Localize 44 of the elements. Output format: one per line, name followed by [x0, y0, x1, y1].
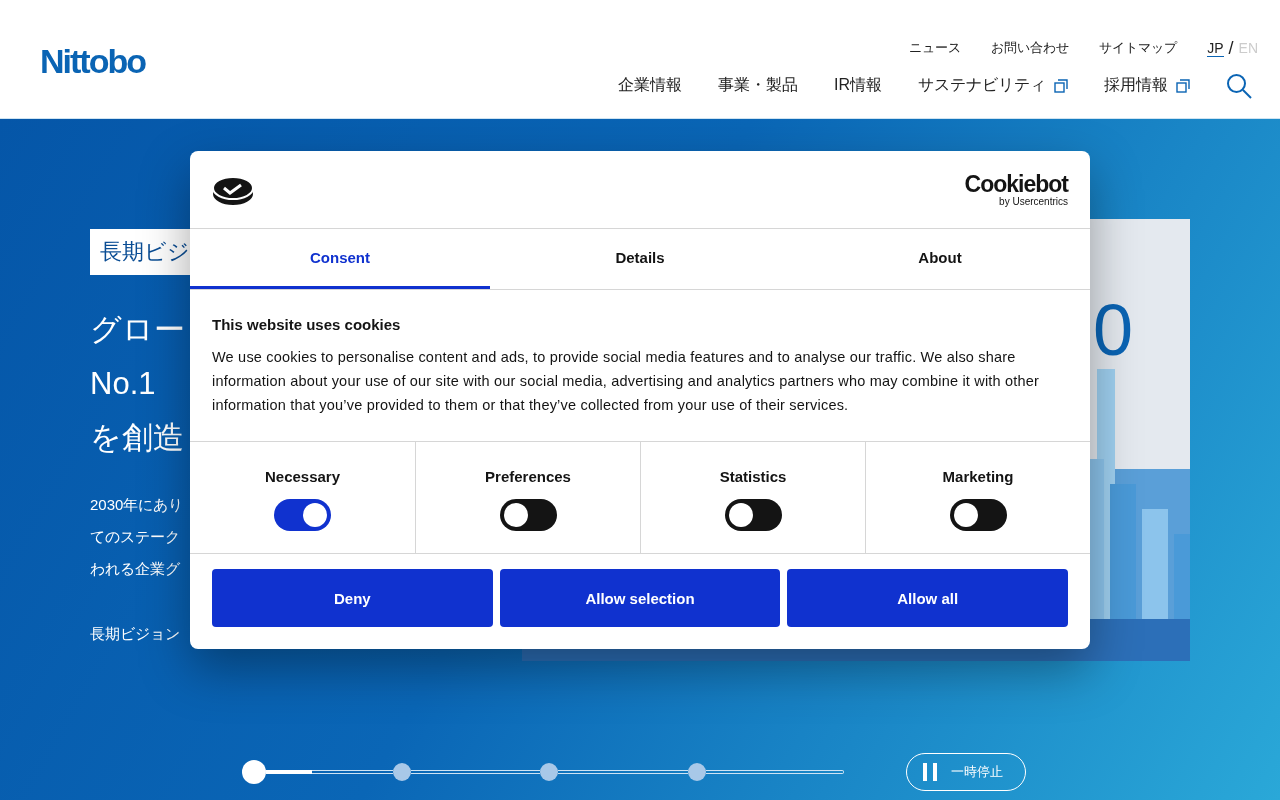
search-icon[interactable] — [1226, 72, 1252, 99]
nav-link[interactable]: 事業・製品 — [718, 75, 798, 96]
hero-headline: を創造 — [90, 419, 184, 457]
hero-text: てのステーク — [90, 527, 180, 547]
hero-headline: グロー — [90, 311, 185, 349]
hero-text: 2030年にあり — [90, 495, 184, 515]
consent-button[interactable]: Allow all — [787, 569, 1068, 627]
category-label: Statistics — [719, 468, 787, 485]
nav-link[interactable]: サステナビリティ — [918, 75, 1046, 96]
hero-link[interactable]: 長期ビジョン — [90, 625, 180, 644]
language-separator: / — [1228, 37, 1234, 59]
language-link[interactable]: JP — [1207, 39, 1224, 57]
hero-badge: 長期ビジ — [90, 229, 190, 275]
dialog-tab[interactable]: About — [790, 229, 1090, 289]
category-toggle[interactable] — [499, 499, 557, 531]
utility-link[interactable]: お問い合わせ — [991, 39, 1070, 57]
logo[interactable]: Nittobo — [40, 41, 145, 81]
slide-dot[interactable] — [392, 763, 411, 781]
hero-text: われる企業グ — [90, 559, 180, 579]
category-label: Marketing — [942, 468, 1014, 485]
dialog-text: We use cookies to personalise content and ads, to provide social media features and to analyse our traffic. We also share information about your use of our site with our social media, advertising and analytics partners who may combine it with other information that you’ve provided to them or that they’ve collected from your use of their services. — [212, 348, 1041, 415]
slide-dot[interactable] — [242, 760, 266, 784]
pause-icon — [923, 763, 937, 781]
nav-link[interactable]: 企業情報 — [618, 75, 682, 96]
slide-dot[interactable] — [540, 763, 558, 781]
nav-link[interactable]: 採用情報 — [1104, 75, 1168, 96]
category-label: Necessary — [264, 468, 341, 485]
hero-visual-text: 0 — [1093, 294, 1134, 366]
consent-button[interactable]: Deny — [212, 569, 493, 627]
category-label: Preferences — [485, 468, 571, 485]
category-toggle[interactable] — [274, 499, 331, 531]
category-toggle[interactable] — [724, 499, 782, 531]
slide-dot[interactable] — [687, 763, 706, 781]
nav-link[interactable]: IR情報 — [834, 75, 882, 96]
brand-logo[interactable]: Cookiebot — [964, 172, 1068, 196]
hero-headline: No.1 — [90, 365, 156, 403]
consent-button[interactable]: Allow selection — [499, 569, 781, 627]
utility-link[interactable]: ニュース — [909, 39, 962, 57]
dialog-tab[interactable]: Consent — [190, 229, 490, 289]
category-toggle[interactable] — [949, 499, 1007, 531]
dialog-title: This website uses cookies — [212, 316, 402, 333]
brand-subtitle: by Usercentrics — [999, 195, 1068, 207]
dialog-tab[interactable]: Details — [490, 229, 790, 289]
utility-link[interactable]: サイトマップ — [1099, 39, 1178, 57]
